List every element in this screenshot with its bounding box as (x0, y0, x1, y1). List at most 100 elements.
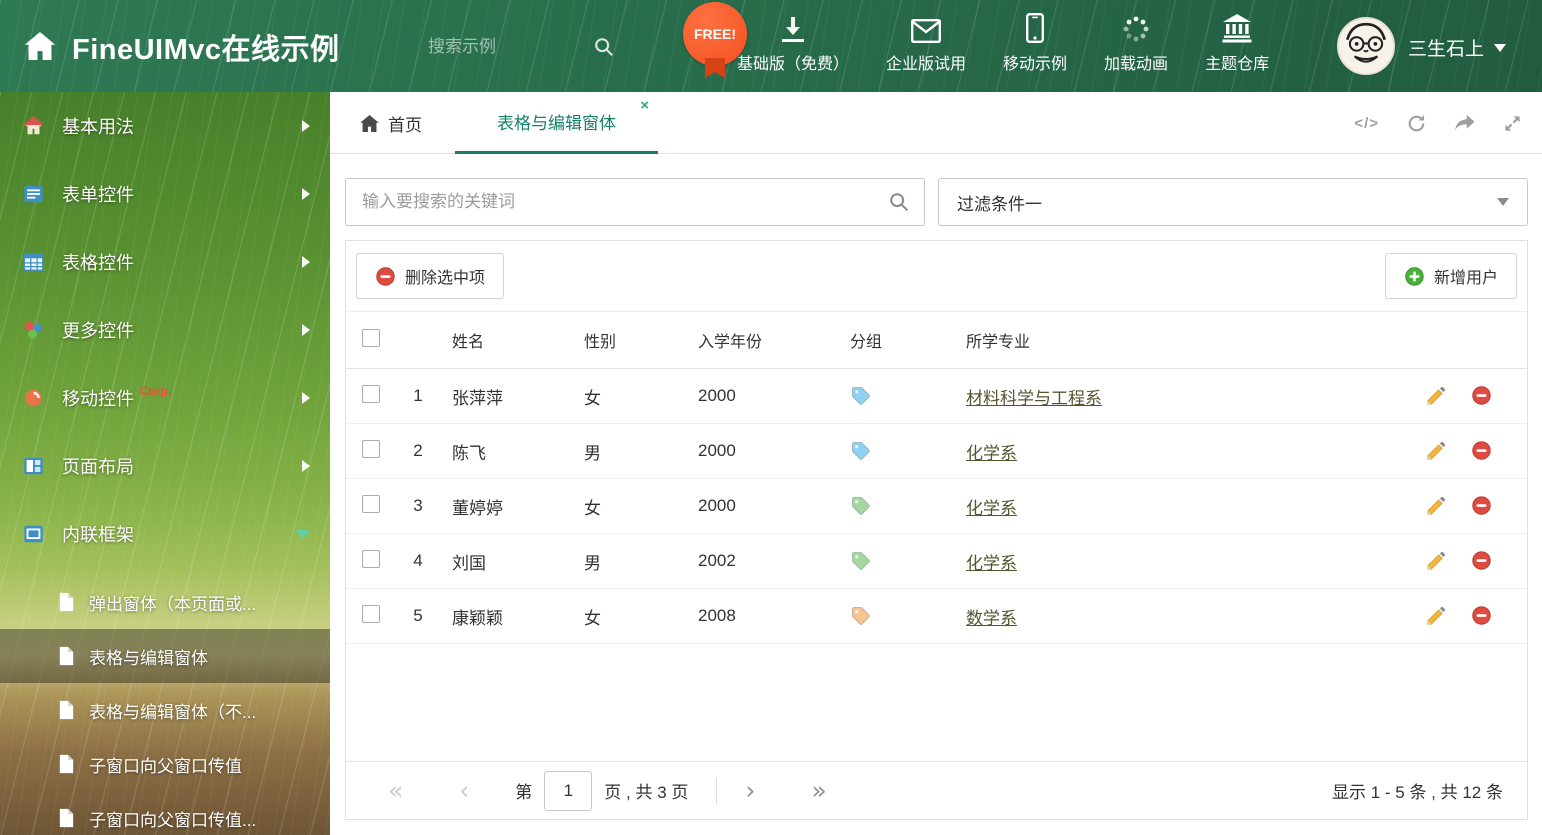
free-badge: FREE! (683, 2, 747, 66)
tab-close-icon[interactable]: × (640, 98, 649, 113)
delete-selected-button[interactable]: 删除选中项 (356, 253, 505, 299)
header-nav: 基础版（免费） 企业版试用 移动示例 加载动画 主题仓库 (737, 13, 1269, 74)
sidebar-item-label: 内联框架 (62, 525, 134, 545)
search-icon[interactable] (888, 191, 910, 213)
sidebar-item-more-controls[interactable]: 更多控件 (0, 296, 330, 364)
col-name: 姓名 (452, 334, 485, 351)
row-gender: 女 (584, 388, 601, 408)
sidebar-item-basic-usage[interactable]: 基本用法 (0, 92, 330, 160)
row-year: 2000 (698, 496, 736, 515)
tab-strip: 首页 表格与编辑窗体 × </> (330, 92, 1542, 154)
nav-label: 基础版（免费） (737, 56, 850, 73)
pagination-bar: « ‹ 第 页 , 共 3 页 › » 显示 1 - 5 条 , 共 12 条 (346, 761, 1527, 819)
delete-row-icon[interactable] (1471, 385, 1492, 407)
major-link[interactable]: 材料科学与工程系 (966, 389, 1102, 408)
iframe-icon (22, 523, 46, 545)
row-year: 2002 (698, 551, 736, 570)
keyword-search-box (345, 178, 925, 226)
page-number-input[interactable] (544, 770, 593, 811)
refresh-icon[interactable] (1406, 113, 1427, 134)
nav-loading-animation[interactable]: 加载动画 (1104, 13, 1168, 74)
source-code-icon[interactable]: </> (1354, 115, 1379, 132)
header-search-input[interactable] (428, 37, 593, 57)
row-index: 3 (413, 496, 423, 515)
edit-pencil-icon[interactable] (1425, 385, 1447, 407)
table-row: 3 董婷婷 女 2000 化学系 (346, 479, 1527, 534)
sidebar-subitem-child-to-parent[interactable]: 子窗口向父窗口传值 (0, 737, 330, 791)
row-index: 1 (413, 386, 423, 405)
edit-pencil-icon[interactable] (1425, 495, 1447, 517)
row-checkbox[interactable] (362, 439, 380, 458)
sidebar-subitem-child-to-parent-2[interactable]: 子窗口向父窗口传值... (0, 791, 330, 835)
header-search-icon[interactable] (593, 36, 615, 58)
table-row: 4 刘国 男 2002 化学系 (346, 534, 1527, 589)
group-tag-icon (840, 385, 956, 407)
edit-pencil-icon[interactable] (1425, 550, 1447, 572)
chevron-right-icon (302, 256, 310, 268)
username: 三生石上 (1408, 39, 1485, 60)
sidebar-item-mobile-controls[interactable]: 移动控件 Corp. (0, 364, 330, 432)
major-link[interactable]: 化学系 (966, 444, 1017, 463)
nav-enterprise-trial[interactable]: 企业版试用 (886, 13, 966, 74)
header-search (428, 30, 633, 64)
major-link[interactable]: 化学系 (966, 554, 1017, 573)
filter-dropdown-value: 过滤条件一 (957, 194, 1042, 214)
keyword-search-input[interactable] (346, 192, 888, 212)
sidebar-item-table-controls[interactable]: 表格控件 (0, 228, 330, 296)
user-menu[interactable]: 三生石上 (1408, 34, 1507, 61)
main-content: 首页 表格与编辑窗体 × </> 过滤条件一 (330, 92, 1542, 835)
plus-circle-icon (1404, 266, 1425, 287)
major-link[interactable]: 化学系 (966, 499, 1017, 518)
tab-home[interactable]: 首页 (360, 92, 422, 154)
row-gender: 男 (584, 443, 601, 463)
document-icon (58, 808, 75, 828)
delete-row-icon[interactable] (1471, 550, 1492, 572)
row-checkbox[interactable] (362, 604, 380, 623)
col-major: 所学专业 (966, 334, 1031, 351)
tab-grid-edit-window[interactable]: 表格与编辑窗体 × (455, 92, 658, 154)
row-gender: 女 (584, 608, 601, 628)
chevron-right-icon (302, 188, 310, 200)
row-checkbox[interactable] (362, 384, 380, 403)
major-link[interactable]: 数学系 (966, 609, 1017, 628)
download-icon (779, 13, 807, 43)
row-year: 2000 (698, 386, 736, 405)
filter-row: 过滤条件一 (345, 178, 1528, 226)
delete-row-icon[interactable] (1471, 440, 1492, 462)
row-checkbox[interactable] (362, 494, 380, 513)
delete-row-icon[interactable] (1471, 605, 1492, 627)
row-checkbox[interactable] (362, 549, 380, 568)
sidebar-subitem-label: 子窗口向父窗口传值... (89, 810, 257, 830)
add-user-button[interactable]: 新增用户 (1384, 253, 1517, 299)
document-icon (58, 754, 75, 774)
sidebar-item-inline-frame[interactable]: 内联框架 (0, 500, 330, 568)
last-page-button[interactable]: » (811, 778, 826, 803)
prev-page-button[interactable]: ‹ (459, 778, 469, 803)
row-name: 董婷婷 (452, 498, 503, 518)
row-name: 张萍萍 (452, 388, 503, 408)
expand-icon[interactable] (1503, 114, 1522, 133)
select-all-checkbox[interactable] (362, 328, 380, 347)
sidebar-subitem-grid-edit-window[interactable]: 表格与编辑窗体 (0, 629, 330, 683)
nav-basic-free[interactable]: 基础版（免费） (737, 13, 849, 74)
first-page-button[interactable]: « (388, 778, 403, 803)
sidebar-item-form-controls[interactable]: 表单控件 (0, 160, 330, 228)
sidebar-subitem-popup-window[interactable]: 弹出窗体（本页面或... (0, 575, 330, 629)
sidebar-item-page-layout[interactable]: 页面布局 (0, 432, 330, 500)
nav-theme-store[interactable]: 主题仓库 (1205, 13, 1269, 74)
delete-row-icon[interactable] (1471, 495, 1492, 517)
edit-pencil-icon[interactable] (1425, 440, 1447, 462)
row-year: 2000 (698, 441, 736, 460)
edit-pencil-icon[interactable] (1425, 605, 1447, 627)
chevron-right-icon (302, 392, 310, 404)
nav-mobile-demo[interactable]: 移动示例 (1003, 13, 1067, 74)
next-page-button[interactable]: › (745, 778, 755, 803)
nav-label: 企业版试用 (886, 56, 967, 73)
group-tag-icon (840, 550, 956, 572)
home-icon[interactable] (24, 32, 56, 60)
sidebar-subitem-grid-edit-window-2[interactable]: 表格与编辑窗体（不... (0, 683, 330, 737)
filter-dropdown[interactable]: 过滤条件一 (938, 178, 1528, 226)
avatar[interactable] (1337, 17, 1395, 75)
table-icon (22, 251, 46, 273)
share-forward-icon[interactable] (1454, 114, 1476, 133)
